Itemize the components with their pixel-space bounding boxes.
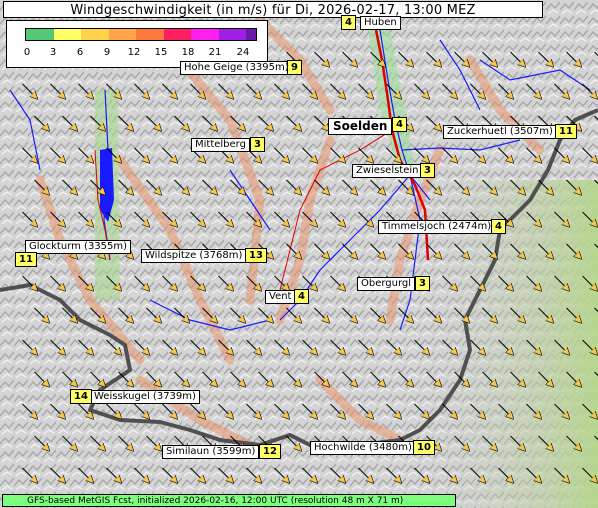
legend-tick-label: 0	[23, 47, 31, 58]
legend-tick-label: 24	[236, 47, 250, 58]
legend-tick-label: 3	[49, 47, 57, 58]
place-label: Hohe Geige (3395m)	[180, 61, 293, 75]
wind-value-badge: 10	[413, 440, 435, 455]
legend-swatch	[26, 29, 54, 40]
wind-value-badge: 4	[392, 117, 407, 132]
wind-value-badge: 3	[415, 276, 430, 291]
legend-tick-label: 9	[103, 47, 111, 58]
wind-value-badge: 4	[491, 219, 506, 234]
legend-color-bar	[25, 28, 257, 41]
legend-swatch	[191, 29, 219, 40]
legend-swatch	[53, 29, 81, 40]
legend-tick-label: 6	[76, 47, 84, 58]
legend-tick-label: 15	[154, 47, 168, 58]
wind-map	[0, 0, 598, 508]
wind-value-badge: 12	[259, 444, 281, 459]
wind-value-badge: 11	[555, 124, 577, 139]
place-label: Soelden	[328, 118, 393, 135]
wind-value-badge: 3	[250, 137, 265, 152]
place-label: Timmelsjoch (2474m)	[378, 220, 496, 234]
place-label: Huben	[360, 16, 401, 30]
footer: GFS-based MetGIS Fcst, initialized 2026-…	[2, 494, 456, 507]
place-label: Mittelberg	[191, 138, 250, 152]
legend-swatch	[246, 29, 256, 40]
place-label: Hochwilde (3480m)	[310, 441, 416, 455]
place-label: Vent	[265, 290, 296, 304]
wind-value-badge: 9	[287, 60, 302, 75]
wind-value-badge: 3	[420, 163, 435, 178]
legend-swatch	[108, 29, 136, 40]
place-label: Wildspitze (3768m)	[141, 249, 247, 263]
place-label: Similaun (3599m)	[162, 445, 260, 459]
place-label: Obergurgl	[357, 277, 416, 291]
legend-tick-label: 21	[208, 47, 222, 58]
legend-swatch	[163, 29, 191, 40]
legend-swatch	[81, 29, 109, 40]
place-label: Weisskugel (3739m)	[90, 390, 200, 404]
map-title: Windgeschwindigkeit (in m/s) für Di, 202…	[3, 1, 543, 18]
place-label: Glockturm (3355m)	[25, 240, 132, 254]
wind-value-badge: 13	[245, 248, 267, 263]
wind-value-badge: 4	[341, 15, 356, 30]
legend-swatch	[136, 29, 164, 40]
legend-swatch	[218, 29, 246, 40]
place-label: Zuckerhuetl (3507m)	[443, 125, 557, 139]
place-label: Zwieselstein	[352, 164, 423, 178]
wind-value-badge: 4	[294, 289, 309, 304]
wind-value-badge: 11	[15, 252, 37, 267]
legend-tick-label: 18	[181, 47, 195, 58]
legend-tick-label: 12	[127, 47, 141, 58]
wind-value-badge: 14	[70, 389, 92, 404]
